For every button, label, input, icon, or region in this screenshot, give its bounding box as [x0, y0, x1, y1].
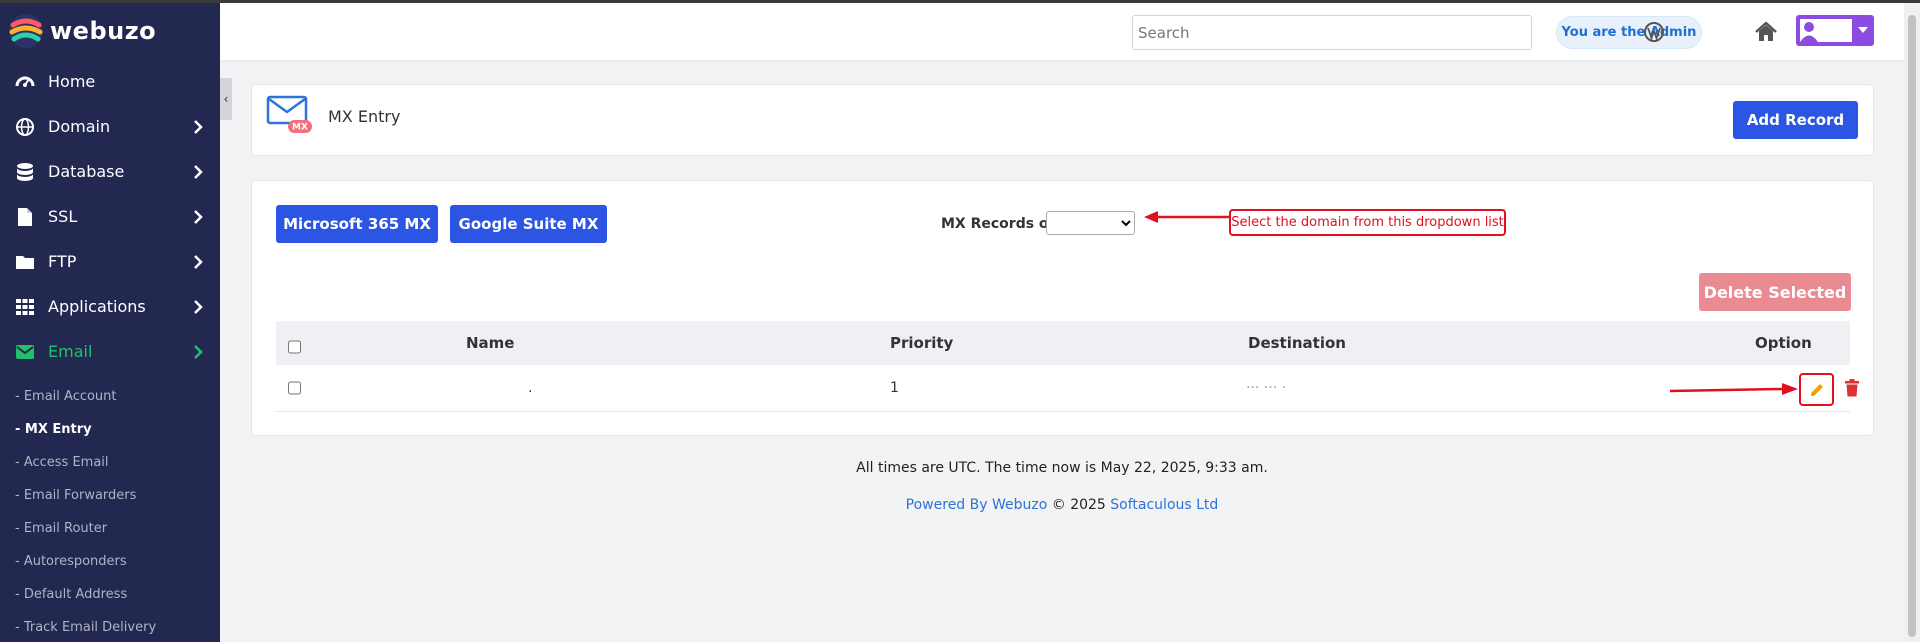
- sidebar-item-label: Home: [48, 72, 96, 91]
- record-destination: ··· ··· ·: [1246, 380, 1287, 396]
- user-menu-button[interactable]: [1796, 15, 1874, 46]
- delete-selected-button[interactable]: Delete Selected: [1699, 273, 1851, 311]
- column-header-option: Option: [1755, 334, 1812, 352]
- scrollbar-thumb[interactable]: [1908, 15, 1916, 637]
- sidebar-item-home[interactable]: Home: [0, 59, 220, 104]
- search-input[interactable]: [1132, 15, 1532, 50]
- brand[interactable]: webuzo: [0, 3, 220, 59]
- submenu-item-access-email[interactable]: - Access Email: [0, 446, 220, 479]
- record-name: .: [528, 380, 533, 396]
- envelope-icon: [14, 341, 36, 363]
- chevron-right-icon: [192, 164, 204, 180]
- database-icon: [14, 161, 36, 183]
- caret-down-icon: [1858, 27, 1868, 33]
- pencil-icon: [1810, 383, 1823, 396]
- table-header: Name Priority Destination Option: [276, 321, 1850, 365]
- add-record-button[interactable]: Add Record: [1733, 101, 1858, 139]
- email-submenu: - Email Account - MX Entry - Access Emai…: [0, 374, 220, 642]
- page-title-card: MX MX Entry Add Record: [251, 84, 1874, 156]
- folder-icon: [14, 251, 36, 273]
- sidebar-item-ftp[interactable]: FTP: [0, 239, 220, 284]
- footer-powered: Powered By Webuzo © 2025 Softaculous Ltd: [220, 497, 1904, 513]
- brand-name: webuzo: [50, 17, 157, 45]
- dashboard-icon: [14, 71, 36, 93]
- sidebar-item-applications[interactable]: Applications: [0, 284, 220, 329]
- submenu-item-track-email-delivery[interactable]: - Track Email Delivery: [0, 611, 220, 642]
- sidebar-item-label: FTP: [48, 252, 77, 271]
- globe-icon: [14, 116, 36, 138]
- softaculous-link[interactable]: Softaculous Ltd: [1110, 497, 1218, 513]
- chevron-right-icon: [192, 119, 204, 135]
- footer-time: All times are UTC. The time now is May 2…: [856, 460, 1268, 476]
- row-checkbox[interactable]: [288, 381, 301, 395]
- record-priority: 1: [890, 380, 899, 396]
- file-icon: [14, 206, 36, 228]
- mx-badge-text: MX: [292, 123, 308, 133]
- column-header-priority: Priority: [890, 334, 954, 352]
- sidebar-item-email[interactable]: Email: [0, 329, 220, 374]
- chevron-right-icon: [192, 209, 204, 225]
- mx-records-table: Name Priority Destination Option . 1 ···…: [276, 321, 1859, 412]
- top-header: You are the Admin: [220, 3, 1904, 60]
- select-all-checkbox[interactable]: [288, 340, 301, 354]
- home-icon[interactable]: [1754, 20, 1778, 44]
- domain-select[interactable]: [1046, 211, 1135, 235]
- annotation-arrow-right: [1670, 383, 1798, 395]
- annotation-callout: Select the domain from this dropdown lis…: [1229, 209, 1506, 236]
- wordpress-icon[interactable]: [1642, 20, 1666, 44]
- google-suite-mx-button[interactable]: Google Suite MX: [450, 205, 607, 243]
- submenu-item-email-account[interactable]: - Email Account: [0, 380, 220, 413]
- microsoft-365-mx-button[interactable]: Microsoft 365 MX: [276, 205, 438, 243]
- chevron-right-icon: [192, 254, 204, 270]
- powered-by-link[interactable]: Powered By Webuzo: [906, 497, 1048, 513]
- submenu-item-email-forwarders[interactable]: - Email Forwarders: [0, 479, 220, 512]
- admin-badge[interactable]: You are the Admin: [1556, 16, 1702, 49]
- mx-records-card: Microsoft 365 MX Google Suite MX MX Reco…: [251, 180, 1874, 436]
- sidebar-item-label: Applications: [48, 297, 146, 316]
- sidebar-item-database[interactable]: Database: [0, 149, 220, 194]
- chevron-right-icon: [192, 344, 204, 360]
- column-header-name: Name: [466, 334, 515, 352]
- sidebar-item-domain[interactable]: Domain: [0, 104, 220, 149]
- sidebar-item-label: Database: [48, 162, 125, 181]
- submenu-item-mx-entry[interactable]: - MX Entry: [0, 413, 220, 446]
- mx-records-of-label: MX Records of: [941, 216, 1055, 232]
- table-row: . 1 ··· ··· ·: [276, 365, 1859, 412]
- user-name-redacted: [1818, 19, 1852, 42]
- chevron-right-icon: [192, 299, 204, 315]
- copyright-text: © 2025: [1047, 497, 1111, 513]
- grid-icon: [14, 296, 36, 318]
- column-header-destination: Destination: [1248, 334, 1346, 352]
- sidebar-item-label: Email: [48, 342, 93, 361]
- sidebar-item-ssl[interactable]: SSL: [0, 194, 220, 239]
- chevron-left-icon: ‹: [223, 92, 229, 106]
- edit-record-button[interactable]: [1799, 373, 1834, 406]
- page-scrollbar[interactable]: [1904, 3, 1920, 642]
- user-avatar-icon: [1800, 19, 1818, 42]
- mx-envelope-icon: MX: [266, 95, 312, 133]
- submenu-item-email-router[interactable]: - Email Router: [0, 512, 220, 545]
- sidebar: webuzo Home Domain Database SSL FTP Appl…: [0, 3, 220, 642]
- sidebar-collapse-toggle[interactable]: ‹: [220, 78, 232, 120]
- submenu-item-default-address[interactable]: - Default Address: [0, 578, 220, 611]
- page-title: MX Entry: [328, 107, 401, 126]
- sidebar-item-label: SSL: [48, 207, 78, 226]
- sidebar-item-label: Domain: [48, 117, 111, 136]
- submenu-item-autoresponders[interactable]: - Autoresponders: [0, 545, 220, 578]
- webuzo-logo-icon: [9, 14, 43, 48]
- trash-icon[interactable]: [1844, 379, 1860, 397]
